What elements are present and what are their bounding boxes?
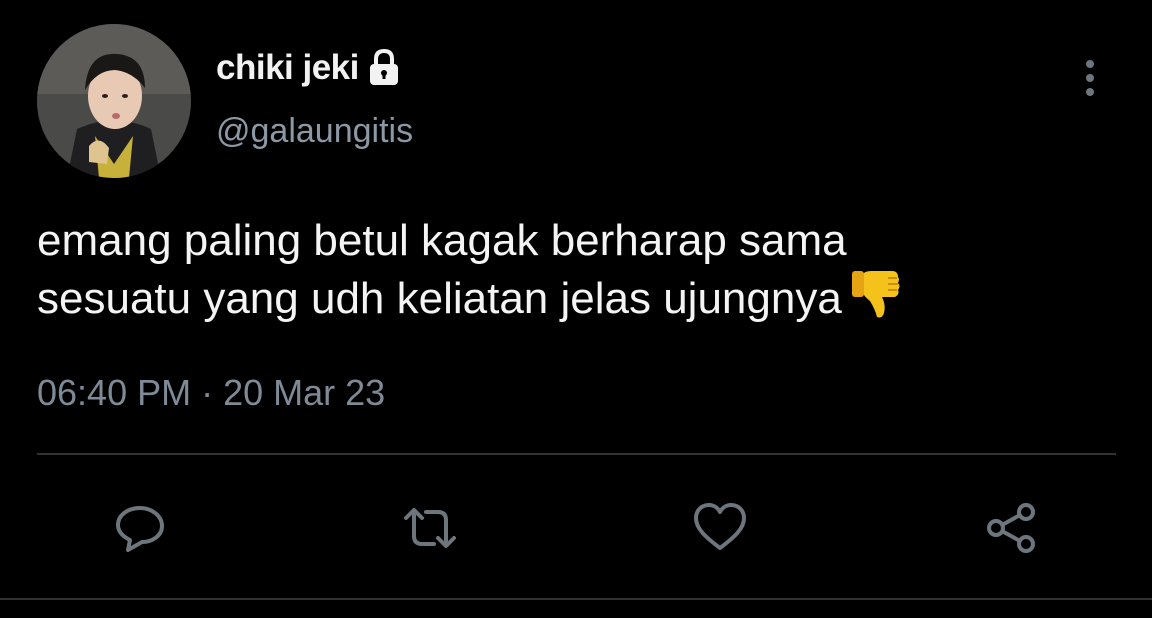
user-handle[interactable]: @galaungitis: [216, 112, 413, 151]
lock-icon: [369, 48, 398, 85]
thumbs-down-emoji: [851, 271, 900, 318]
tweet-line-2: sesuatu yang udh keliatan jelas ujungnya: [37, 269, 1107, 327]
divider: [37, 453, 1116, 455]
reply-button[interactable]: [108, 496, 172, 560]
like-button[interactable]: [688, 496, 752, 560]
tweet-timestamp[interactable]: 06:40 PM · 20 Mar 23: [37, 372, 385, 414]
more-options-button[interactable]: [1070, 56, 1110, 100]
tweet-line-2-text: sesuatu yang udh keliatan jelas ujungnya: [37, 274, 842, 323]
bottom-divider: [0, 598, 1152, 600]
avatar[interactable]: [37, 24, 191, 178]
share-icon: [987, 503, 1035, 553]
like-icon: [694, 503, 746, 550]
comment-icon: [116, 506, 164, 552]
tweet-text: emang paling betul kagak berharap sama s…: [37, 212, 1107, 327]
user-name-row: chiki jeki: [216, 48, 401, 88]
retweet-icon: [404, 508, 456, 548]
share-button[interactable]: [980, 496, 1044, 560]
more-vertical-icon: [1086, 60, 1094, 96]
tweet-line-1: emang paling betul kagak berharap sama: [37, 216, 847, 265]
retweet-button[interactable]: [398, 496, 462, 560]
action-bar: [0, 496, 1152, 560]
display-name[interactable]: chiki jeki: [216, 48, 359, 88]
